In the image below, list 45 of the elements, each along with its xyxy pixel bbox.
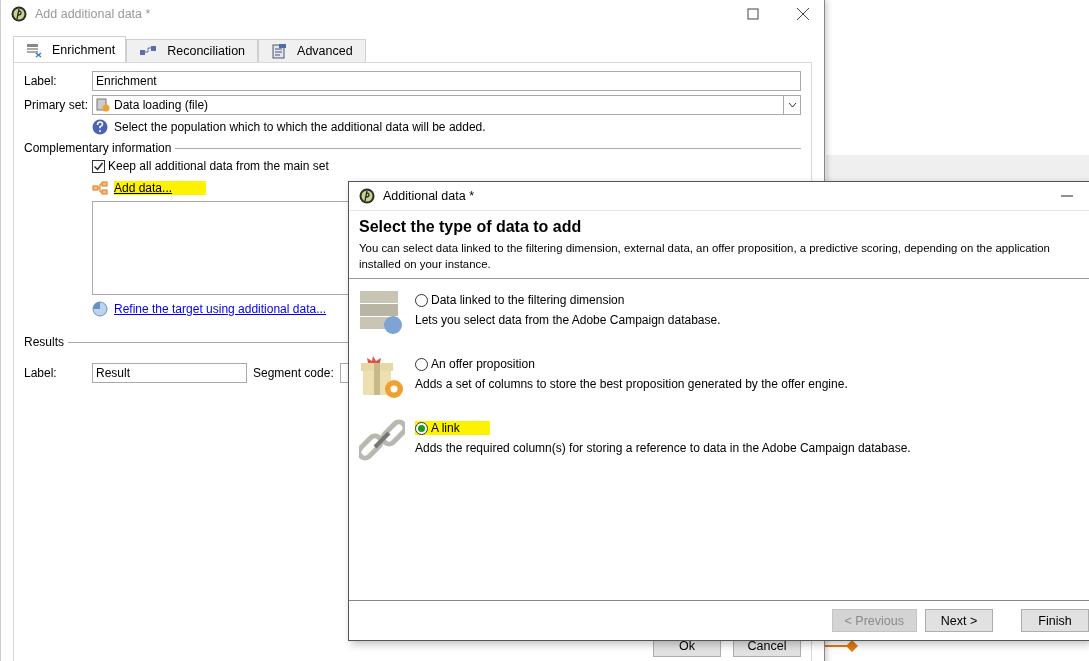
radio-option[interactable]: A link (415, 421, 490, 435)
radio-button[interactable] (415, 421, 428, 435)
tab[interactable]: Reconciliation (126, 39, 259, 62)
field-label: Label: (24, 74, 58, 88)
window-title: Additional data * (383, 189, 476, 203)
wizard-heading: Select the type of data to add (359, 218, 583, 236)
field-label: Label: (24, 366, 58, 380)
add-data-link[interactable]: Add data... (114, 181, 207, 195)
radio-button[interactable] (415, 357, 428, 371)
option-description: Adds a set of columns to store the best proposition generated by the offer engine. (415, 377, 848, 391)
table-icon (26, 41, 42, 58)
tab[interactable]: Advanced (258, 39, 366, 62)
primary-set-dropdown[interactable]: Data loading (file) (92, 95, 801, 115)
radio-option[interactable]: Data linked to the filtering dimension (415, 293, 625, 307)
option-description: Lets you select data from the Adobe Campaign database. (415, 313, 721, 327)
checkbox[interactable] (92, 159, 105, 173)
help-text: Select the population which to which the additional data will be added. (114, 120, 486, 134)
document-icon (271, 43, 288, 59)
section-heading: Complementary information (24, 141, 172, 155)
checkbox-label: Keep all additional data from the main set (108, 159, 329, 173)
field-label: Segment code: (253, 366, 334, 380)
app-logo-icon (359, 188, 375, 204)
wizard-button[interactable]: Next > (925, 609, 993, 632)
radio-option[interactable]: An offer proposition (415, 357, 535, 371)
app-logo-icon (11, 6, 27, 22)
help-icon (92, 119, 108, 135)
option-description: Adds the required column(s) for storing a reference to data in the Adobe Campaign database. (415, 441, 911, 455)
field-label: Primary set: (24, 98, 89, 112)
chain-link-icon (359, 417, 405, 463)
tab[interactable]: Enrichment (13, 36, 127, 62)
radio-button[interactable] (415, 293, 428, 307)
pie-chart-icon (92, 301, 108, 317)
result-label-field[interactable]: Result (92, 363, 247, 383)
section-heading: Results (24, 335, 64, 349)
description-text: installed on your instance. (359, 257, 491, 272)
wizard-button[interactable]: Finish (1021, 609, 1089, 632)
database-icon (359, 289, 405, 335)
window-title: Add additional data * (35, 7, 152, 21)
file-load-icon (96, 98, 110, 112)
label-field[interactable]: Enrichment (92, 71, 801, 91)
hierarchy-icon (92, 181, 108, 195)
description-text: You can select data linked to the filtering dimension, external data, an offer proposition, a predictive scoring, depending on the application (359, 241, 1050, 256)
link-nodes-icon (139, 45, 158, 57)
chevron-down-icon (787, 102, 797, 108)
refine-target-link[interactable]: Refine the target using additional data... (114, 302, 327, 316)
